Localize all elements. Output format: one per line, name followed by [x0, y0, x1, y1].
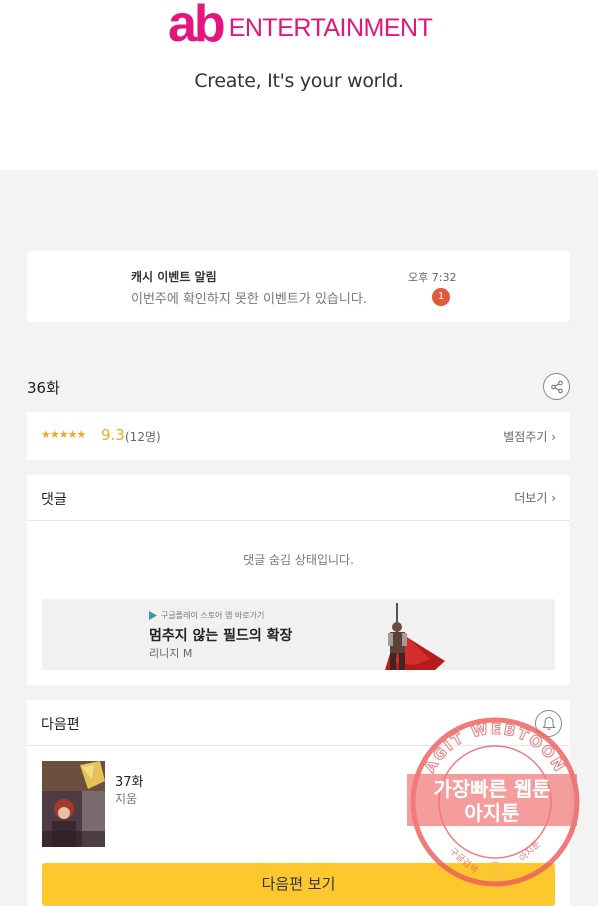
ad-knight-image — [385, 603, 445, 670]
next-episode-button[interactable]: 다음편 보기 — [42, 863, 555, 906]
divider — [27, 520, 570, 521]
ad-store-link: 구글플레이 스토어 앱 바로가기 — [149, 610, 264, 621]
comments-heading: 댓글 — [41, 492, 67, 508]
next-episode-thumbnail[interactable] — [42, 761, 105, 847]
comments-hidden-text: 댓글 숨김 상태입니다. — [243, 553, 354, 567]
comments-more-link[interactable]: 더보기 › — [514, 489, 556, 506]
google-play-icon — [149, 611, 157, 620]
next-episode-status: 지움 — [115, 792, 138, 806]
rating-score: 9.3 — [101, 426, 125, 444]
next-heading: 다음편 — [41, 717, 80, 733]
ad-subtitle: 리니지 M — [149, 647, 193, 660]
episode-title: 36화 — [27, 379, 60, 397]
tagline: Create, It's your world. — [194, 70, 404, 92]
logo-text: ENTERTAINMENT — [228, 14, 433, 42]
share-icon — [550, 380, 563, 393]
notify-button[interactable] — [535, 710, 562, 737]
bell-icon — [541, 716, 556, 731]
notification-card[interactable]: 캐시 이벤트 알림 이번주에 확인하지 못한 이벤트가 있습니다. 오후 7:3… — [27, 251, 570, 322]
comments-card: 댓글 더보기 › 댓글 숨김 상태입니다. 구글플레이 스토어 앱 바로가기 멈… — [27, 475, 570, 685]
notification-title: 캐시 이벤트 알림 — [131, 270, 217, 284]
next-episode-card: 다음편 37화 지움 다음편 보기 — [27, 700, 570, 906]
brand-logo: ab ENTERTAINMENT — [168, 0, 433, 53]
ad-title: 멈추지 않는 필드의 확장 — [149, 628, 293, 644]
divider — [27, 745, 570, 746]
rating-card: ★★★★★ 9.3 (12명) 별점주기 › — [27, 412, 570, 460]
rating-count: (12명) — [125, 430, 161, 444]
notification-body: 이번주에 확인하지 못한 이벤트가 있습니다. — [131, 292, 367, 307]
next-episode-title[interactable]: 37화 — [115, 771, 144, 790]
brand-header: ab ENTERTAINMENT Create, It's your world… — [0, 0, 598, 170]
rate-button[interactable]: 별점주기 › — [503, 428, 556, 445]
share-button[interactable] — [543, 373, 570, 400]
logo-mark: ab — [168, 0, 226, 53]
notification-badge: 1 — [432, 288, 450, 306]
notification-time: 오후 7:32 — [408, 271, 457, 284]
rating-stars: ★★★★★ — [41, 428, 86, 441]
ad-small-text: 구글플레이 스토어 앱 바로가기 — [161, 611, 265, 620]
ad-banner[interactable]: 구글플레이 스토어 앱 바로가기 멈추지 않는 필드의 확장 리니지 M — [42, 599, 555, 670]
